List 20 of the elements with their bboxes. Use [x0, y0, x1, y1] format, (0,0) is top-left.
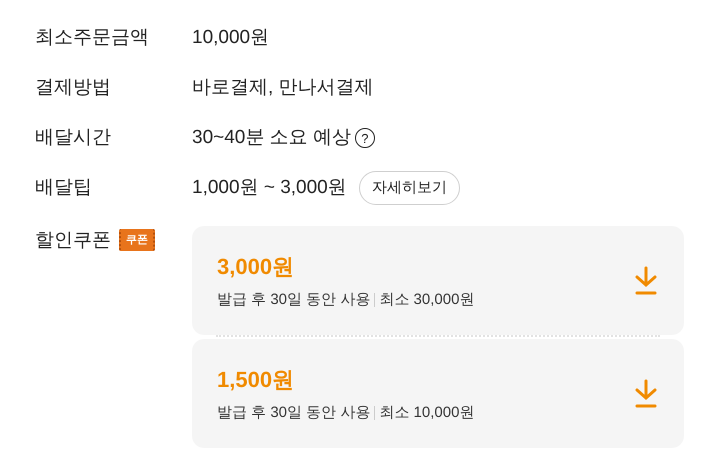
coupon-amount: 3,000원 — [217, 252, 296, 281]
row-label: 결제방법 — [35, 76, 112, 100]
coupon-minimum: 최소 30,000원 — [379, 290, 474, 310]
download-icon[interactable] — [634, 378, 658, 408]
row-value: 30~40분 소요 예상 — [192, 126, 351, 150]
row-value: 바로결제, 만나서결제 — [192, 76, 374, 100]
help-icon[interactable]: ? — [354, 128, 375, 148]
coupon-badge: 쿠폰 — [119, 229, 155, 251]
coupon-amount: 1,500원 — [217, 366, 296, 394]
details-button[interactable]: 자세히보기 — [358, 171, 460, 205]
row-value: 1,000원 ~ 3,000원 — [192, 176, 347, 200]
row-label: 배달시간 — [35, 126, 112, 150]
row-label: 배달팁 — [35, 176, 93, 200]
coupon-minimum: 최소 10,000원 — [379, 402, 474, 423]
coupon-period: 발급 후 30일 동안 사용 — [217, 290, 370, 310]
row-label: 최소주문금액 — [35, 26, 150, 50]
row-value: 10,000원 — [192, 26, 270, 50]
coupon-period: 발급 후 30일 동안 사용 — [217, 402, 370, 423]
coupon-label: 할인쿠폰 — [35, 229, 111, 253]
download-icon[interactable] — [634, 266, 658, 296]
